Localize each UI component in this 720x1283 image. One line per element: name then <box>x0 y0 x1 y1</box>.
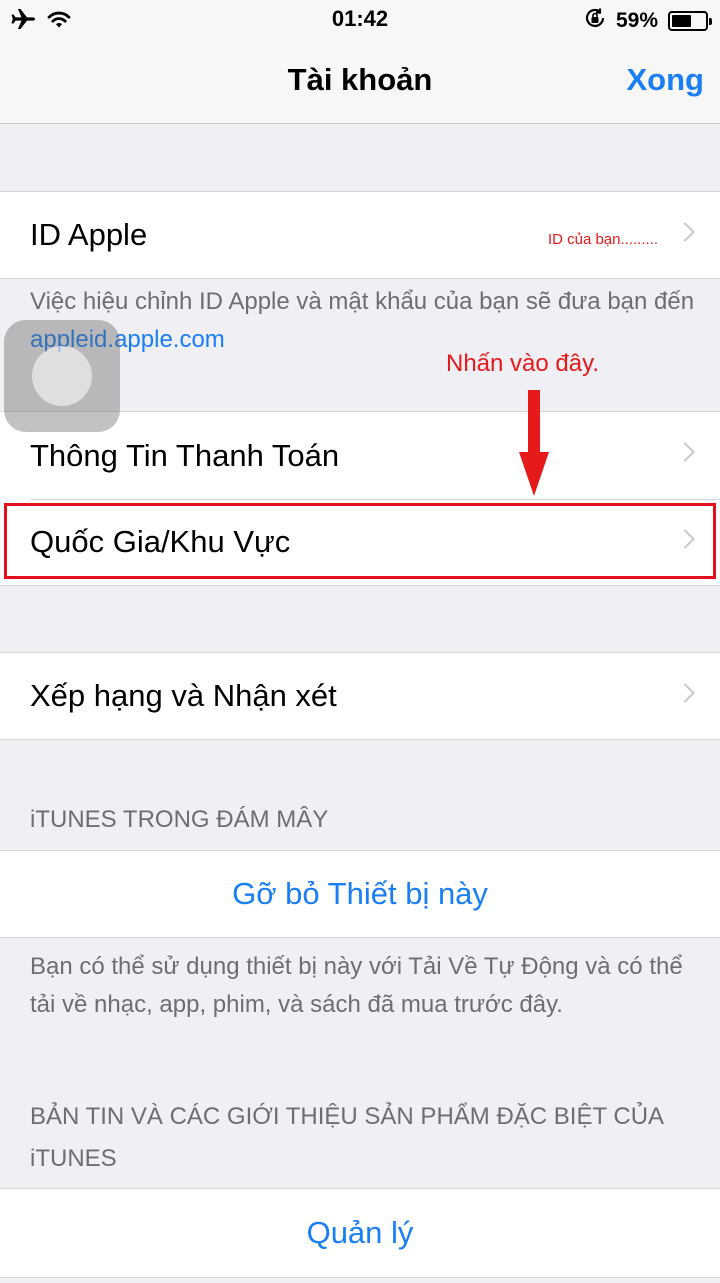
itunes-cloud-group: Gỡ bỏ Thiết bị này <box>0 850 720 938</box>
annotation-tap-here: Nhấn vào đây. <box>446 350 599 377</box>
annotation-arrow-shaft <box>528 390 540 454</box>
chevron-right-icon <box>675 442 695 462</box>
country-region-row[interactable]: Quốc Gia/Khu Vực <box>0 499 720 585</box>
payment-country-group: Thông Tin Thanh Toán Quốc Gia/Khu Vực <box>0 411 720 586</box>
done-button[interactable]: Xong <box>627 62 705 98</box>
page-title: Tài khoản <box>287 62 433 97</box>
ratings-reviews-row[interactable]: Xếp hạng và Nhận xét <box>0 653 720 739</box>
manage-button[interactable]: Quản lý <box>0 1189 720 1277</box>
annotation-arrow-head <box>519 452 549 496</box>
country-region-label: Quốc Gia/Khu Vực <box>30 524 291 559</box>
itunes-cloud-footer: Bạn có thể sử dụng thiết bị này với Tải … <box>30 953 683 1018</box>
remove-device-button[interactable]: Gỡ bỏ Thiết bị này <box>0 851 720 937</box>
apple-id-footer-text: Việc hiệu chỉnh ID Apple và mật khẩu của… <box>30 288 695 315</box>
assistive-touch-button[interactable] <box>4 320 120 432</box>
chevron-right-icon <box>675 683 695 703</box>
newsletter-group: Quản lý <box>0 1188 720 1278</box>
itunes-cloud-header: iTUNES TRONG ĐÁM MÂY <box>30 806 329 833</box>
battery-fill <box>672 15 691 27</box>
apple-id-value: ID của bạn......... <box>547 231 658 248</box>
status-right: 59% <box>584 7 712 35</box>
battery-percent: 59% <box>615 9 658 32</box>
battery-icon <box>668 11 712 31</box>
ratings-group: Xếp hạng và Nhận xét <box>0 652 720 740</box>
chevron-right-icon <box>675 222 695 242</box>
newsletter-header: BẢN TIN VÀ CÁC GIỚI THIỆU SẢN PHẨM ĐẶC B… <box>30 1103 663 1172</box>
ratings-reviews-label: Xếp hạng và Nhận xét <box>30 678 337 713</box>
payment-info-label: Thông Tin Thanh Toán <box>30 437 340 473</box>
navigation-bar: Tài khoản Xong <box>0 40 720 124</box>
rotation-lock-icon <box>584 7 606 35</box>
assistive-touch-icon <box>32 346 92 406</box>
chevron-right-icon <box>675 529 695 549</box>
apple-id-footer: Việc hiệu chỉnh ID Apple và mật khẩu của… <box>30 283 700 359</box>
status-bar: 01:42 59% <box>0 0 720 40</box>
apple-id-label: ID Apple <box>30 217 148 252</box>
